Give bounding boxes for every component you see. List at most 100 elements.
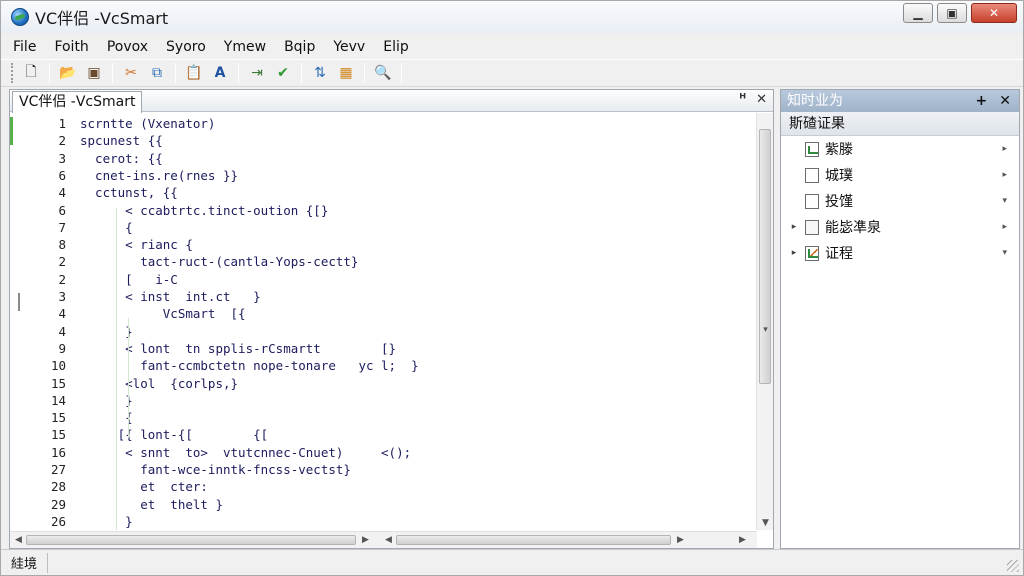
- toolbar-separator: [175, 63, 176, 83]
- code-text: < rianc {: [80, 237, 193, 253]
- close-icon[interactable]: ✕: [756, 92, 767, 107]
- code-text: < snnt to> vtutcnnec-Cnuet) <();: [80, 444, 412, 460]
- toolbar-separator: [401, 63, 402, 83]
- search-icon[interactable]: 🔍: [372, 62, 394, 84]
- indent-icon[interactable]: ⇥: [246, 62, 268, 84]
- maximize-button[interactable]: ▣: [937, 3, 967, 23]
- code-text: [{ lont-{[ {[: [80, 427, 269, 443]
- code-text: }: [80, 323, 133, 339]
- toolbar: 🗋 📂 ▣ ✂ ⧉ 📋 A ⇥ ✔ ⇅ ▦ 🔍: [1, 59, 1023, 87]
- toolbar-separator: [49, 63, 50, 83]
- horizontal-scroll-thumb[interactable]: [396, 535, 671, 545]
- check-icon[interactable]: ✔: [272, 62, 294, 84]
- chevron-down-icon[interactable]: ▾: [1002, 196, 1007, 206]
- save-icon[interactable]: ▣: [83, 62, 105, 84]
- paste-icon[interactable]: 📋: [183, 62, 205, 84]
- line-number: 3: [58, 289, 66, 304]
- line-number: 15: [50, 427, 66, 443]
- resize-grip-icon[interactable]: [1007, 560, 1019, 572]
- menu-project[interactable]: Povox: [105, 38, 150, 56]
- title-bar[interactable]: VC伴侣 -VcSmart ▁ ▣ ✕: [1, 1, 1023, 33]
- code-text: et thelt }: [80, 496, 223, 512]
- side-panel-title: 知时业为: [787, 93, 843, 109]
- indent-guide: [116, 208, 117, 530]
- scroll-right-arrow-icon[interactable]: ▶: [672, 533, 689, 547]
- chevron-right-icon[interactable]: ▸: [1002, 144, 1007, 154]
- editor-tab-vcsmart[interactable]: VC伴侣 -VcSmart: [12, 91, 143, 113]
- chevron-right-icon[interactable]: ▸: [1002, 170, 1007, 180]
- code-text: <lol {corlps,}: [80, 375, 239, 391]
- open-folder-icon[interactable]: 📂: [57, 62, 79, 84]
- menu-help[interactable]: Elip: [381, 38, 411, 56]
- tree-item-label: 城璞: [825, 168, 853, 184]
- editor-panel-controls: ᴴ ✕: [739, 92, 767, 107]
- line-number: 7: [58, 219, 66, 235]
- line-number: 2: [58, 133, 66, 149]
- code-text: {: [80, 219, 133, 235]
- line-number: 27: [50, 462, 66, 477]
- chart-icon: [805, 245, 819, 261]
- menu-source[interactable]: Syoro: [164, 38, 208, 56]
- tree-item[interactable]: 紫滕 ▸: [781, 136, 1019, 162]
- vertical-scroll-thumb[interactable]: [759, 129, 771, 384]
- add-icon[interactable]: +: [976, 90, 988, 112]
- status-text: 絓境: [11, 557, 38, 572]
- cut-icon[interactable]: ✂: [120, 62, 142, 84]
- sort-icon[interactable]: ⇅: [309, 62, 331, 84]
- tree-item[interactable]: ▸ 能毖凖泉 ▸: [781, 214, 1019, 240]
- line-number: 10: [50, 358, 66, 374]
- menu-edit[interactable]: Foith: [52, 38, 90, 56]
- code-text: cnet-ins.re(rnes }}: [80, 167, 239, 183]
- line-number: 9: [58, 340, 66, 356]
- font-icon[interactable]: A: [209, 62, 231, 84]
- tree-item[interactable]: 城璞 ▸: [781, 162, 1019, 188]
- code-text: tact-ruct-(cantla-Yops-cectt}: [80, 254, 359, 270]
- line-number: 16: [50, 444, 66, 460]
- close-button[interactable]: ✕: [971, 3, 1017, 23]
- horizontal-scroll-thumb[interactable]: [26, 535, 356, 545]
- scroll-left-arrow-icon[interactable]: ◀: [10, 533, 27, 547]
- line-number: 8: [58, 237, 66, 253]
- tree-item[interactable]: ▸ 证程 ▾: [781, 240, 1019, 266]
- minimize-button[interactable]: ▁: [903, 3, 933, 23]
- horizontal-scrollbar[interactable]: ◀ ▶ ◀ ▶ ▶: [10, 531, 757, 548]
- toolbar-grip[interactable]: [11, 63, 14, 83]
- menu-file[interactable]: File: [11, 38, 38, 56]
- toolbar-separator: [301, 63, 302, 83]
- vertical-scrollbar[interactable]: ▾ ▼: [756, 113, 773, 530]
- document-icon: [805, 167, 819, 183]
- grid-icon[interactable]: ▦: [335, 62, 357, 84]
- close-icon[interactable]: ✕: [999, 90, 1011, 112]
- menu-window[interactable]: Yevv: [331, 38, 367, 56]
- line-number: 4: [58, 323, 66, 339]
- toolbar-separator: [364, 63, 365, 83]
- side-panel: 知时业为 + ✕ 斯碴证果 紫滕 ▸ 城璞 ▸ 投馑 ▾ ▸ 能毖凖泉 ▸ ▸ …: [780, 89, 1020, 549]
- expander-icon[interactable]: ▸: [787, 222, 801, 232]
- scroll-right-arrow-icon[interactable]: ▶: [734, 533, 751, 547]
- line-number: 4: [58, 306, 66, 322]
- code-text: cerot: {{: [80, 150, 163, 166]
- new-file-icon[interactable]: 🗋: [20, 62, 42, 84]
- code-text: }: [80, 513, 133, 529]
- chevron-down-icon[interactable]: ▾: [1002, 248, 1007, 258]
- menu-build[interactable]: Bqip: [282, 38, 317, 56]
- code-text: scrntte (Vxenator): [80, 116, 216, 131]
- tree-item[interactable]: 投馑 ▾: [781, 188, 1019, 214]
- scroll-left-arrow-icon[interactable]: ◀: [380, 533, 397, 547]
- code-editor[interactable]: 1 scrntte (Vxenator) 2 spcunest {{3 cerot: …: [10, 113, 757, 530]
- line-number: 1: [58, 116, 66, 131]
- menu-view[interactable]: Ymew: [222, 38, 268, 56]
- expander-icon[interactable]: ▸: [787, 248, 801, 258]
- app-globe-icon: [11, 8, 29, 26]
- line-number: 3: [58, 150, 66, 166]
- window-controls: ▁ ▣ ✕: [903, 1, 1023, 23]
- chevron-right-icon[interactable]: ▸: [1002, 222, 1007, 232]
- scroll-right-arrow-icon[interactable]: ▶: [357, 533, 374, 547]
- line-number: 2: [58, 271, 66, 287]
- scroll-down-arrow-icon[interactable]: ▼: [757, 516, 774, 530]
- window-title: VC伴侣 -VcSmart: [35, 9, 169, 28]
- pin-icon[interactable]: ᴴ: [739, 92, 746, 107]
- side-panel-controls: + ✕: [976, 90, 1011, 112]
- copy-icon[interactable]: ⧉: [146, 62, 168, 84]
- editor-panel: VC伴侣 -VcSmart ᴴ ✕ 1 scrntte (Vxenator) 2 sp…: [9, 89, 774, 549]
